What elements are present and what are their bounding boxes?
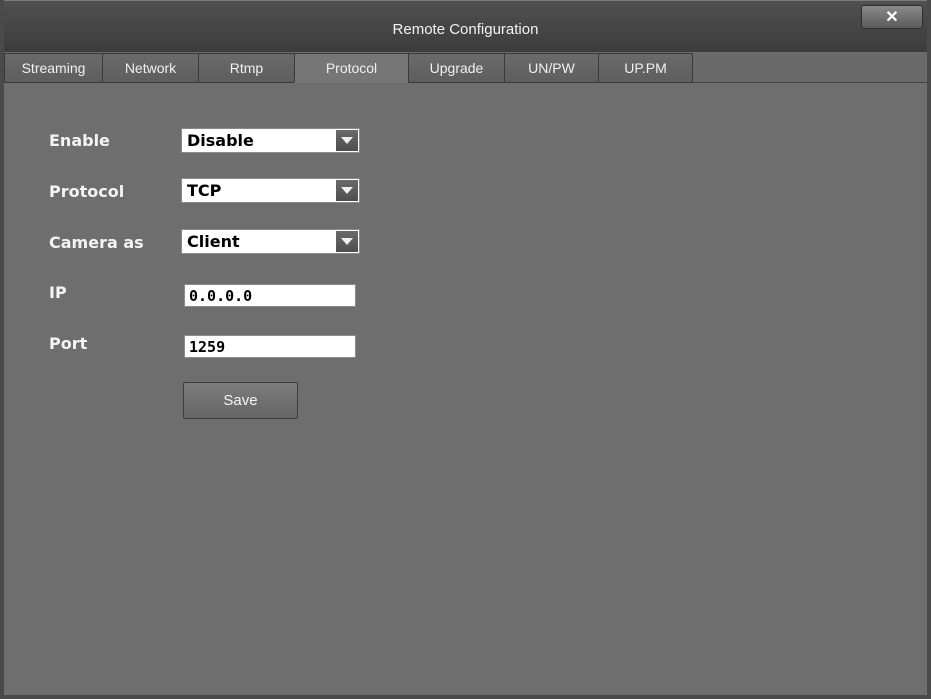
tab-up-pm[interactable]: UP.PM xyxy=(598,53,693,83)
window-title: Remote Configuration xyxy=(392,21,539,38)
ip-input[interactable]: 0.0.0.0 xyxy=(184,284,356,307)
camera-as-select[interactable]: Client xyxy=(181,229,360,254)
tab-rtmp[interactable]: Rtmp xyxy=(198,53,295,83)
enable-value: Disable xyxy=(187,131,254,150)
enable-label: Enable xyxy=(49,131,110,150)
save-button[interactable]: Save xyxy=(183,382,298,419)
tab-un-pw[interactable]: UN/PW xyxy=(504,53,599,83)
camera-as-label: Camera as xyxy=(49,233,144,252)
title-bar[interactable]: Remote Configuration ✕ xyxy=(4,0,927,52)
tab-network[interactable]: Network xyxy=(102,53,199,83)
ip-label: IP xyxy=(49,283,67,302)
port-label: Port xyxy=(49,334,88,353)
tab-streaming[interactable]: Streaming xyxy=(4,53,103,83)
chevron-down-icon[interactable] xyxy=(336,231,358,252)
remote-configuration-window: Remote Configuration ✕ Streaming Network… xyxy=(0,0,931,699)
chevron-down-icon[interactable] xyxy=(336,180,358,201)
tab-protocol[interactable]: Protocol xyxy=(294,53,409,83)
port-input[interactable]: 1259 xyxy=(184,335,356,358)
tab-bar: Streaming Network Rtmp Protocol Upgrade … xyxy=(4,53,927,83)
close-icon: ✕ xyxy=(885,9,899,26)
tab-upgrade[interactable]: Upgrade xyxy=(408,53,505,83)
protocol-select[interactable]: TCP xyxy=(181,178,360,203)
protocol-label: Protocol xyxy=(49,182,125,201)
close-button[interactable]: ✕ xyxy=(861,5,923,29)
protocol-value: TCP xyxy=(187,181,222,200)
camera-as-value: Client xyxy=(187,232,240,251)
enable-select[interactable]: Disable xyxy=(181,128,360,153)
chevron-down-icon[interactable] xyxy=(336,130,358,151)
